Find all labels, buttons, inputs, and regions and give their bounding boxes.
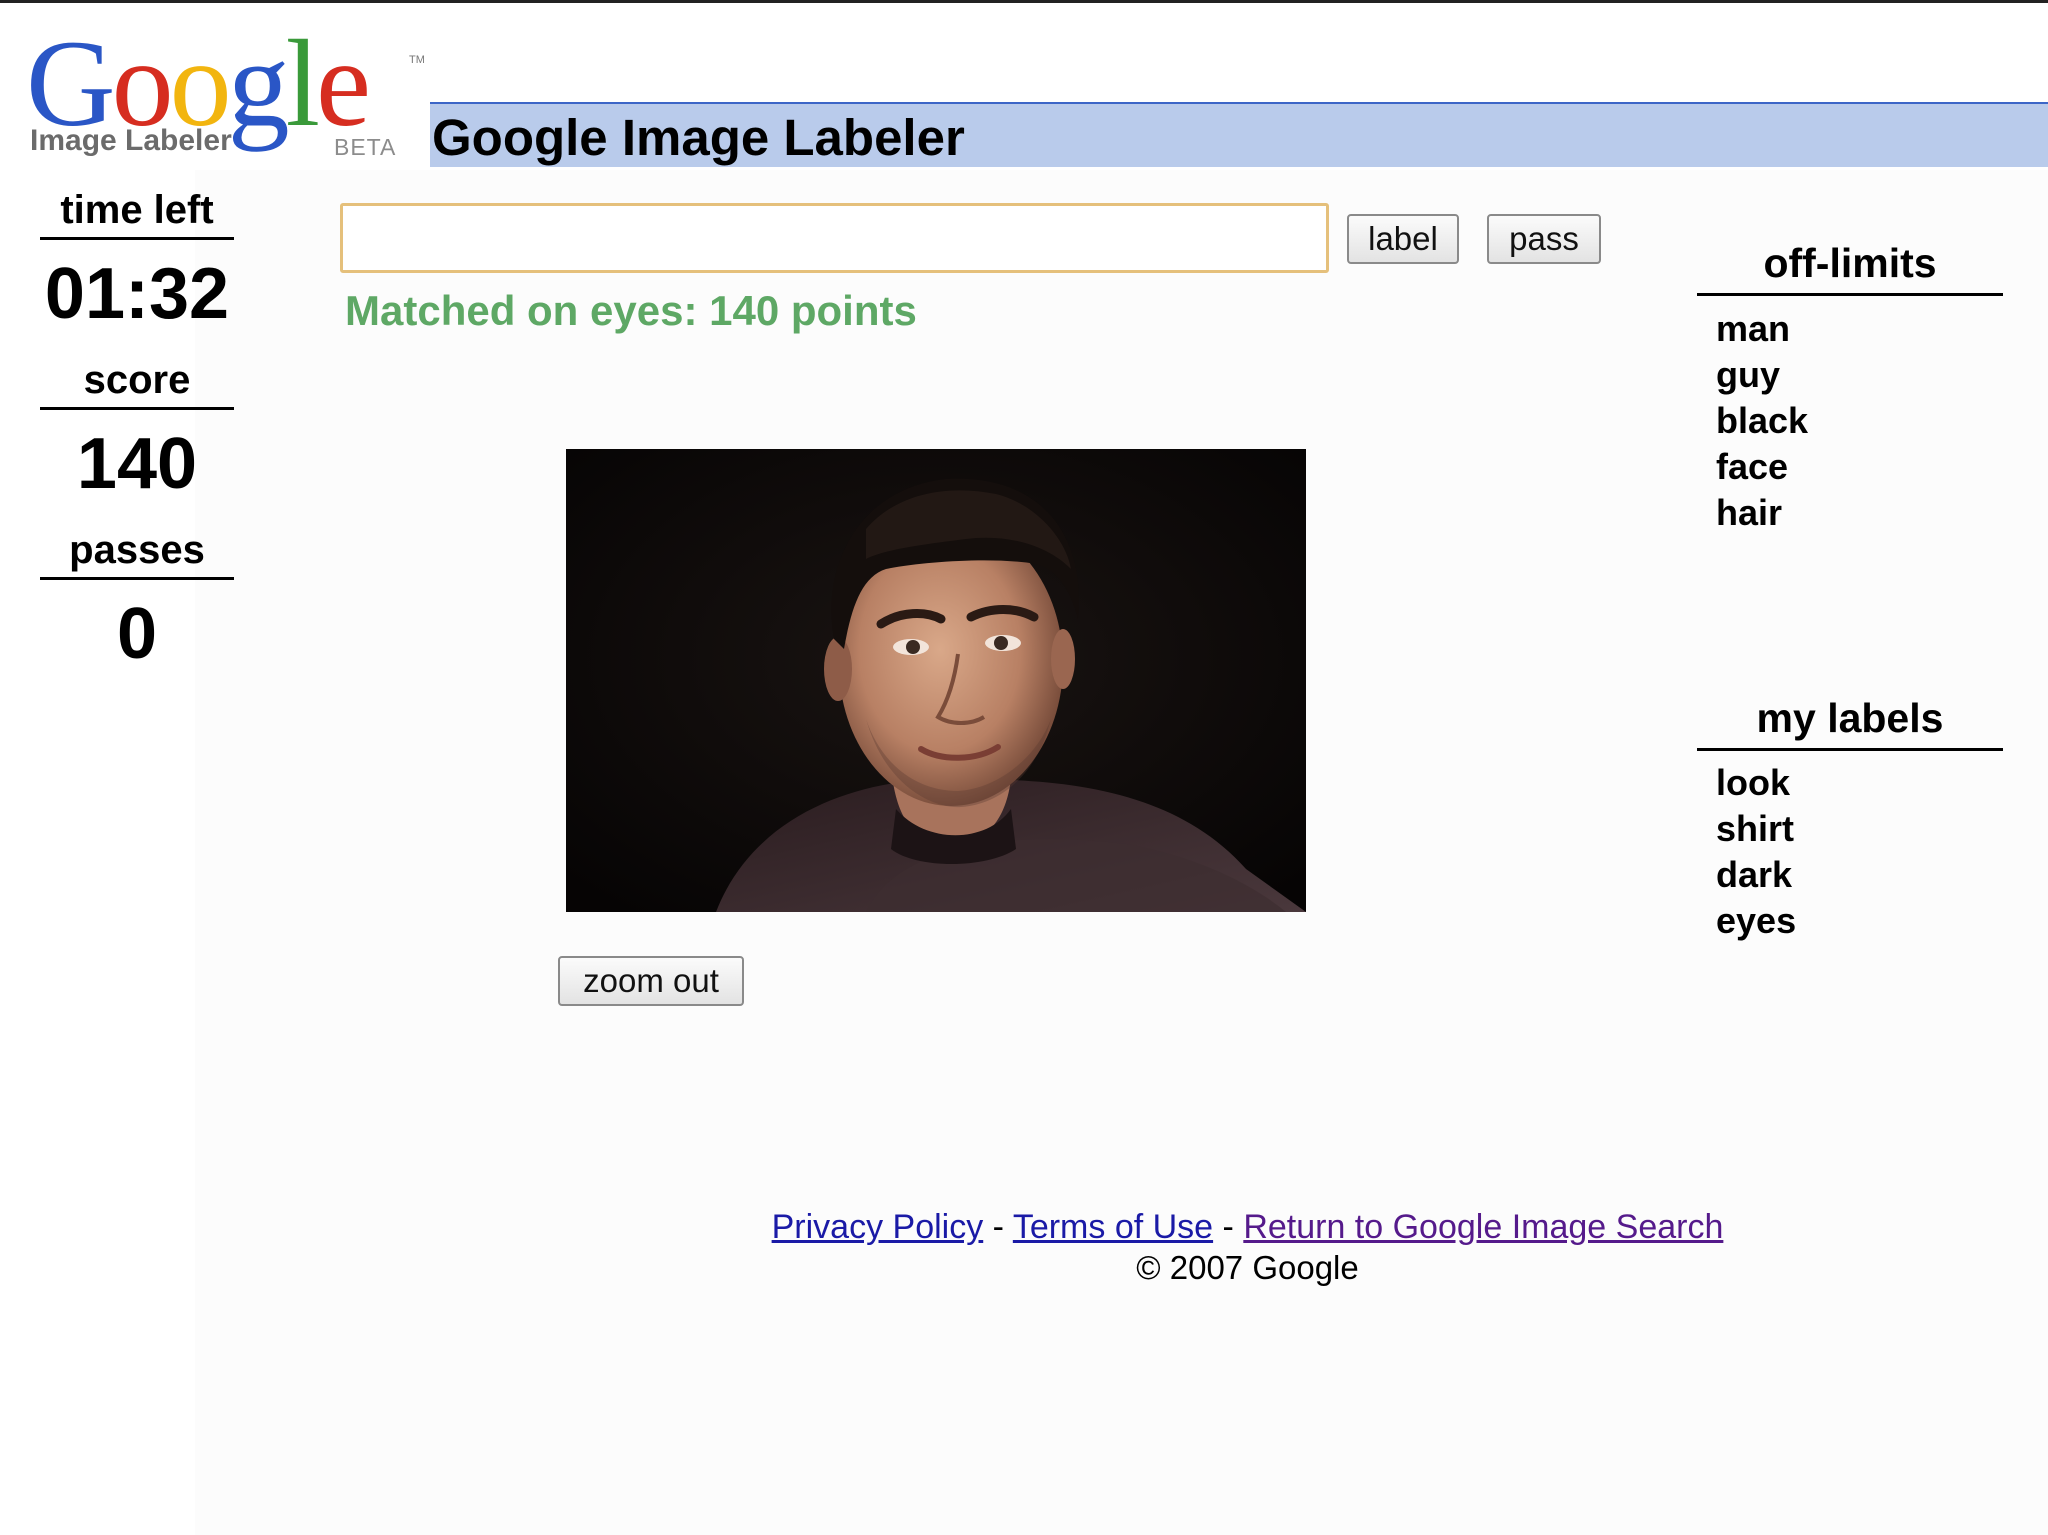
my-labels-heading: my labels bbox=[1697, 695, 2003, 751]
off-limits-word: man bbox=[1716, 308, 1791, 349]
terms-of-use-link[interactable]: Terms of Use bbox=[1013, 1208, 1213, 1246]
beta-badge: BETA bbox=[334, 134, 397, 160]
footer-separator: - bbox=[983, 1208, 1013, 1246]
my-label-word: shirt bbox=[1716, 808, 1795, 849]
footer-links: Privacy Policy - Terms of Use - Return t… bbox=[0, 1208, 2048, 1247]
off-limits-word: black bbox=[1716, 400, 1809, 441]
logo-subtitle: Image Labeler bbox=[30, 124, 232, 157]
match-status-message: Matched on eyes: 140 points bbox=[345, 287, 917, 334]
label-input[interactable] bbox=[340, 203, 1329, 273]
off-limits-word: face bbox=[1716, 446, 1789, 487]
off-limits-heading: off-limits bbox=[1697, 240, 2003, 296]
top-border bbox=[0, 0, 2048, 3]
my-label-word: dark bbox=[1716, 854, 1793, 895]
return-to-image-search-link[interactable]: Return to Google Image Search bbox=[1243, 1208, 1723, 1246]
logo-letter: g bbox=[227, 15, 290, 152]
footer-separator: - bbox=[1213, 1208, 1244, 1246]
score-value: 140 bbox=[76, 424, 198, 504]
my-label-word: eyes bbox=[1716, 900, 1797, 941]
passes-label: passes bbox=[40, 528, 234, 580]
pass-button[interactable]: pass bbox=[1487, 214, 1601, 264]
header-bar: Google Image Labeler bbox=[430, 102, 2048, 167]
portrait-illustration bbox=[566, 449, 1306, 912]
labeling-image bbox=[566, 449, 1306, 912]
off-limits-list: man guy black face hair bbox=[1716, 306, 1808, 536]
my-labels-list: look shirt dark eyes bbox=[1716, 760, 1796, 944]
page-title: Google Image Labeler bbox=[432, 109, 965, 166]
copyright-notice: © 2007 Google bbox=[1136, 1249, 1359, 1286]
privacy-policy-link[interactable]: Privacy Policy bbox=[772, 1208, 984, 1246]
trademark-mark: TM bbox=[409, 54, 425, 66]
logo-letter: e bbox=[316, 15, 371, 152]
off-limits-word: hair bbox=[1716, 492, 1783, 533]
page: Google TM Image Labeler BETA Google Imag… bbox=[0, 0, 2048, 1535]
label-button[interactable]: label bbox=[1347, 214, 1459, 264]
off-limits-word: guy bbox=[1716, 354, 1781, 395]
time-left-label: time left bbox=[40, 188, 234, 240]
my-label-word: look bbox=[1716, 762, 1791, 803]
logo-letter: l bbox=[285, 15, 321, 152]
score-label: score bbox=[40, 358, 234, 410]
zoom-out-button[interactable]: zoom out bbox=[558, 956, 744, 1006]
time-left-value: 01:32 bbox=[44, 254, 230, 334]
google-image-labeler-logo[interactable]: Google TM Image Labeler BETA bbox=[26, 22, 426, 167]
passes-value: 0 bbox=[116, 594, 158, 674]
